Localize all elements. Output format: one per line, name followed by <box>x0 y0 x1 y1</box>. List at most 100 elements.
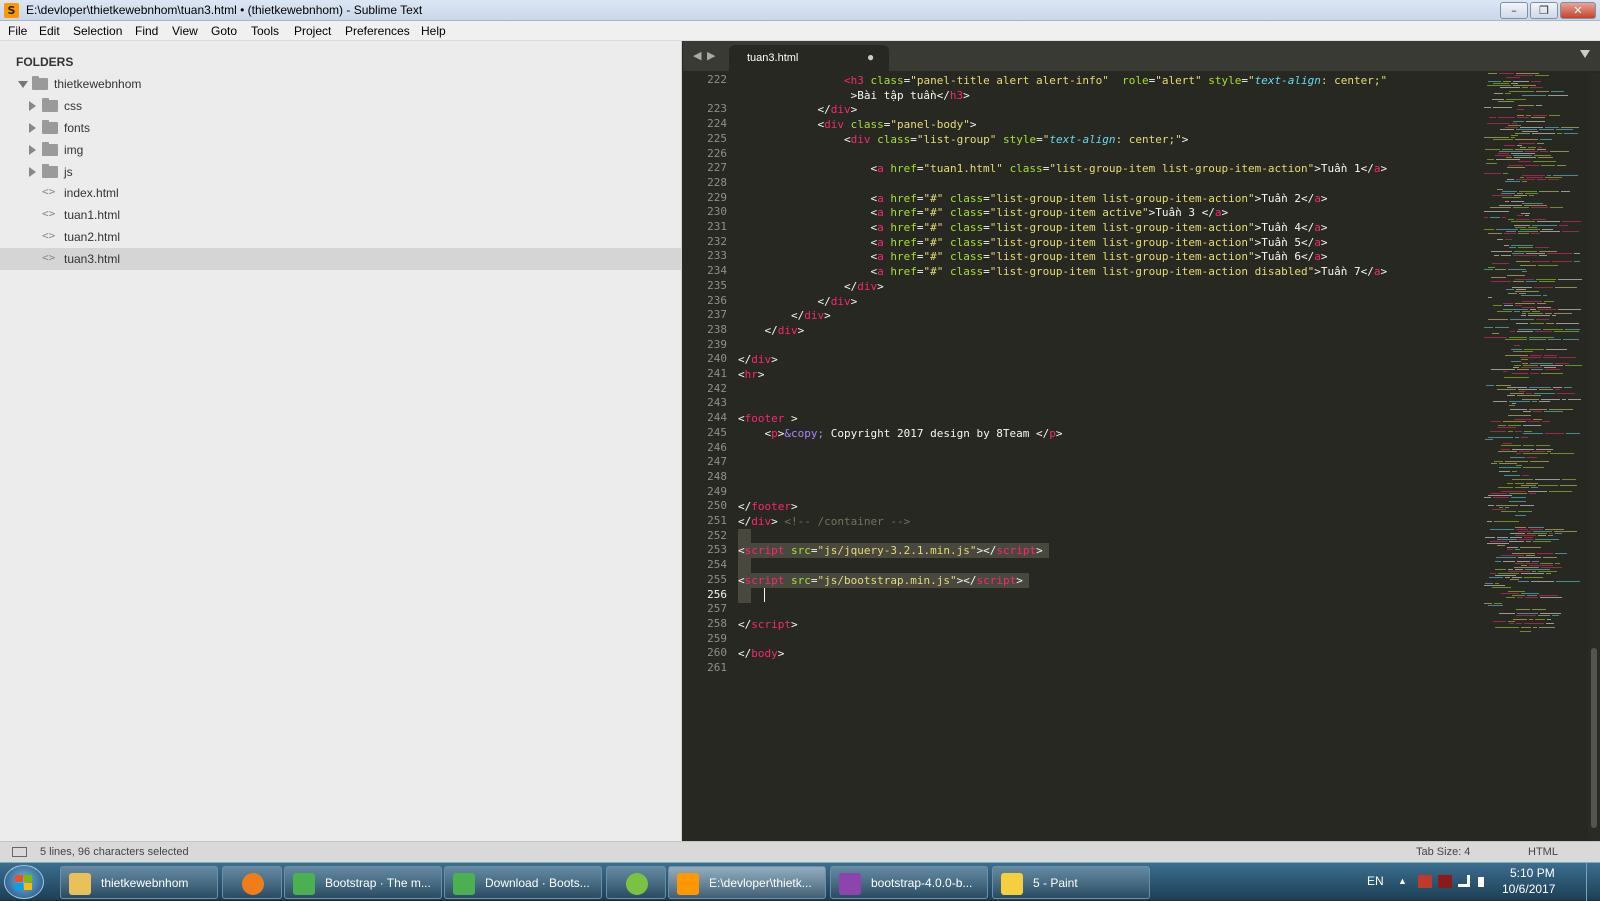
code-line[interactable]: <script src="js/jquery-3.2.1.min.js"></s… <box>738 543 1043 558</box>
minimap-line <box>1513 367 1519 368</box>
start-button[interactable] <box>4 865 44 899</box>
tree-folder-css[interactable]: css <box>0 95 682 117</box>
tree-root-folder[interactable]: thietkewebnhom <box>0 73 682 95</box>
network-signal-icon[interactable] <box>1458 875 1470 887</box>
taskbar-item[interactable] <box>222 866 282 899</box>
tree-folder-fonts[interactable]: fonts <box>0 117 682 139</box>
code-line[interactable]: <hr> <box>738 367 765 382</box>
code-line[interactable]: </div> <box>738 279 884 294</box>
disclosure-right-icon[interactable] <box>29 167 36 177</box>
code-line[interactable]: <a href="tuan1.html" class="list-group-i… <box>738 161 1387 176</box>
code-line[interactable]: <a href="#" class="list-group-item list-… <box>738 264 1387 279</box>
line-number-gutter: 222 223 224 225 226 227 228 229 230 231 232 233 234 2… <box>683 73 733 841</box>
menu-file[interactable]: File <box>8 24 27 38</box>
text-caret <box>764 588 766 602</box>
code-line[interactable]: </div> <box>738 294 857 309</box>
code-line[interactable]: <div class="list-group" style="text-alig… <box>738 132 1188 147</box>
minimap[interactable] <box>1482 73 1586 841</box>
minimap-line <box>1509 401 1530 402</box>
code-line[interactable]: <script src="js/bootstrap.min.js"></scri… <box>738 573 1023 588</box>
taskbar-item[interactable]: E:\devloper\thietk... <box>668 866 826 899</box>
disclosure-right-icon[interactable] <box>29 145 36 155</box>
scrollbar-thumb[interactable] <box>1591 648 1597 828</box>
code-editor[interactable]: <h3 class="panel-title alert alert-info"… <box>738 73 1480 841</box>
disclosure-down-icon[interactable] <box>18 81 28 88</box>
language-indicator[interactable]: EN <box>1367 874 1384 888</box>
code-line[interactable]: <a href="#" class="list-group-item list-… <box>738 220 1327 235</box>
code-line[interactable]: >Bài tập tuần</h3> <box>738 88 970 103</box>
code-line[interactable]: <a href="#" class="list-group-item list-… <box>738 249 1327 264</box>
minimap-line <box>1515 437 1519 438</box>
code-line[interactable]: <a href="#" class="list-group-item activ… <box>738 205 1228 220</box>
menu-project[interactable]: Project <box>294 24 331 38</box>
unsaved-dot-icon[interactable]: ● <box>867 50 874 64</box>
tree-file-tuan1[interactable]: <> tuan1.html <box>0 204 682 226</box>
taskbar-item[interactable]: bootstrap-4.0.0-b... <box>830 866 988 899</box>
minimap-line <box>1562 231 1579 232</box>
close-button[interactable]: ✕ <box>1560 2 1596 19</box>
tree-file-tuan3[interactable]: <> tuan3.html <box>0 248 682 270</box>
code-line[interactable]: <h3 class="panel-title alert alert-info"… <box>738 73 1387 88</box>
code-line[interactable]: </div> <box>738 102 857 117</box>
tree-file-tuan2[interactable]: <> tuan2.html <box>0 226 682 248</box>
minimap-line <box>1511 221 1535 222</box>
minimap-line <box>1515 75 1533 76</box>
code-line[interactable]: </div> <box>738 323 804 338</box>
taskbar-item[interactable]: Bootstrap · The m... <box>284 866 442 899</box>
menu-help[interactable]: Help <box>421 24 446 38</box>
minimap-line <box>1488 605 1503 606</box>
security-warning-icon[interactable] <box>1418 875 1432 888</box>
minimize-button[interactable]: – <box>1500 2 1528 19</box>
code-line[interactable]: <div class="panel-body"> <box>738 117 976 132</box>
tree-file-index[interactable]: <> index.html <box>0 182 682 204</box>
minimap-line <box>1537 149 1546 150</box>
code-line[interactable]: <footer > <box>738 411 798 426</box>
taskbar-item[interactable]: 5 - Paint <box>992 866 1150 899</box>
clock-time[interactable]: 5:10 PM <box>1510 866 1555 880</box>
code-line[interactable]: </script> <box>738 617 798 632</box>
minimap-line <box>1535 619 1545 620</box>
tray-expand-icon[interactable]: ▲ <box>1398 876 1407 886</box>
line-number: 260 <box>707 646 727 659</box>
menu-find[interactable]: Find <box>135 24 158 38</box>
line-number: 248 <box>707 470 727 483</box>
disclosure-right-icon[interactable] <box>29 123 36 133</box>
disclosure-right-icon[interactable] <box>29 101 36 111</box>
minimap-line <box>1513 255 1537 256</box>
syntax-indicator[interactable]: HTML <box>1528 846 1558 858</box>
code-line[interactable]: </div> <box>738 352 778 367</box>
tab-dropdown-icon[interactable] <box>1580 50 1590 58</box>
show-desktop-button[interactable] <box>1586 863 1600 901</box>
minimap-line <box>1540 231 1560 232</box>
code-line[interactable]: <a href="#" class="list-group-item list-… <box>738 235 1327 250</box>
menu-edit[interactable]: Edit <box>39 24 60 38</box>
menu-preferences[interactable]: Preferences <box>345 24 410 38</box>
antivirus-icon[interactable] <box>1438 875 1452 888</box>
tab-nav-left-icon[interactable]: ◀ <box>693 49 701 62</box>
tab-tuan3[interactable]: tuan3.html ● <box>729 45 889 71</box>
minimap-line <box>1560 485 1577 486</box>
clock-date[interactable]: 10/6/2017 <box>1502 882 1555 896</box>
editor-scrollbar[interactable] <box>1588 73 1600 841</box>
tree-folder-img[interactable]: img <box>0 139 682 161</box>
menu-view[interactable]: View <box>172 24 198 38</box>
code-line[interactable]: <a href="#" class="list-group-item list-… <box>738 191 1327 206</box>
taskbar-item[interactable] <box>606 866 666 899</box>
minimap-line <box>1552 615 1559 616</box>
code-line[interactable]: <p>&copy; Copyright 2017 design by 8Team… <box>738 426 1062 441</box>
code-line[interactable]: </footer> <box>738 499 798 514</box>
menu-tools[interactable]: Tools <box>251 24 279 38</box>
code-line[interactable]: </div> <!-- /container --> <box>738 514 910 529</box>
panel-toggle-icon[interactable] <box>12 847 27 857</box>
menu-selection[interactable]: Selection <box>73 24 122 38</box>
code-line[interactable]: </body> <box>738 646 784 661</box>
taskbar-item[interactable]: thietkewebnhom <box>60 866 218 899</box>
tab-size-indicator[interactable]: Tab Size: 4 <box>1416 846 1470 858</box>
code-line[interactable]: </div> <box>738 308 831 323</box>
volume-icon[interactable] <box>1478 877 1484 887</box>
maximize-button[interactable]: ❐ <box>1530 2 1558 19</box>
tree-folder-js[interactable]: js <box>0 161 682 183</box>
taskbar-item[interactable]: Download · Boots... <box>444 866 602 899</box>
menu-goto[interactable]: Goto <box>211 24 237 38</box>
tab-nav-right-icon[interactable]: ▶ <box>707 49 715 62</box>
